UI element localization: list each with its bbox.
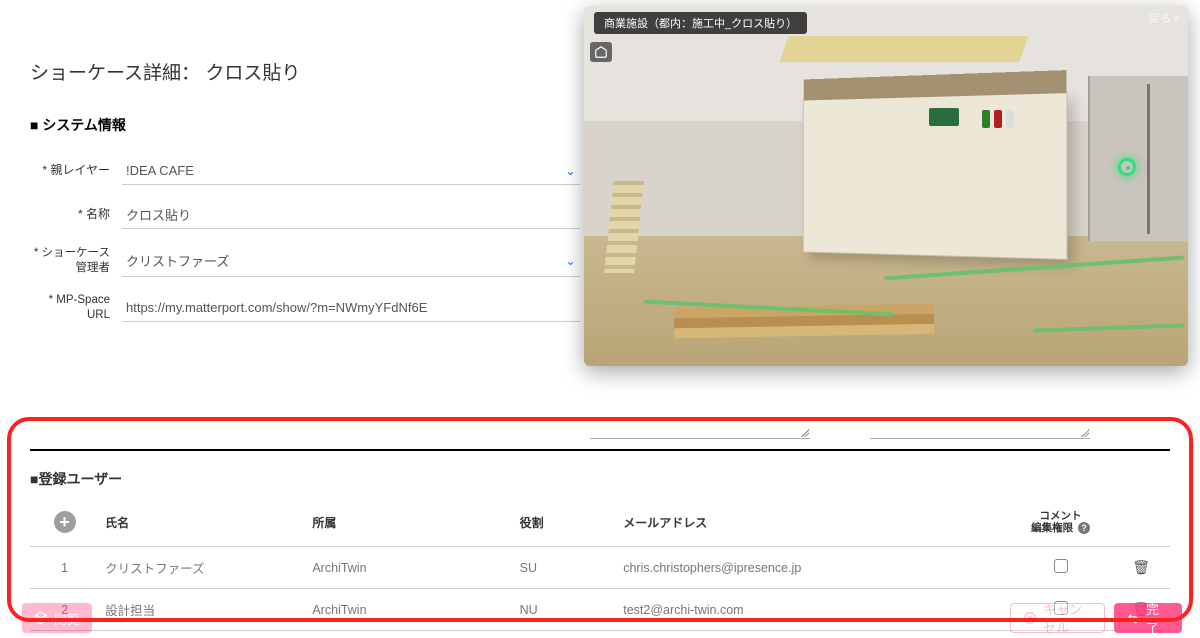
select-parent-layer[interactable]: !DEA CAFE ⌄ xyxy=(122,157,580,185)
th-name: 氏名 xyxy=(99,499,306,547)
cancel-label: キャンセル xyxy=(1043,599,1092,637)
value-parent-layer: !DEA CAFE xyxy=(126,163,194,178)
cube-icon xyxy=(34,611,48,625)
perm-checkbox[interactable] xyxy=(1054,559,1068,573)
preview-title: 商業施設（都内：施工中_クロス貼り） xyxy=(594,12,807,34)
browse-label: 閲覧 xyxy=(54,609,80,628)
floorplan-icon[interactable] xyxy=(590,42,612,62)
preview-room-scene xyxy=(584,6,1188,366)
cancel-icon xyxy=(1023,611,1037,625)
row-org: ArchiTwin xyxy=(306,547,513,589)
value-manager: クリストファーズ xyxy=(126,251,229,270)
th-mail: メールアドレス xyxy=(617,499,1009,547)
done-button[interactable]: 完了 xyxy=(1114,603,1182,633)
th-role: 役割 xyxy=(514,499,618,547)
input-name[interactable] xyxy=(126,207,576,222)
users-table: + 氏名 所属 役割 メールアドレス コメント 編集権限 ? 1 クリストファー… xyxy=(30,499,1170,631)
row-name: 設計担当 xyxy=(99,589,306,631)
row-mail: chris.christophers@ipresence.jp xyxy=(617,547,1009,589)
textarea-note-2[interactable] xyxy=(870,417,1090,439)
add-user-icon[interactable]: + xyxy=(54,511,76,533)
row-name: クリストファーズ xyxy=(99,547,306,589)
section-title-users: ■登録ユーザー xyxy=(30,451,1170,499)
section-title-system: ■ システム情報 xyxy=(30,103,580,149)
system-info-col: ■ システム情報 * 親レイヤー !DEA CAFE ⌄ * 名称 * ショーケ… xyxy=(30,103,600,331)
textarea-note-1[interactable] xyxy=(590,417,810,439)
row-mail: test2@archi-twin.com xyxy=(617,589,1009,631)
nav-marker-icon[interactable] xyxy=(1118,158,1136,176)
preview-close[interactable]: 戻る × xyxy=(1149,10,1180,26)
th-org: 所属 xyxy=(306,499,513,547)
input-url[interactable] xyxy=(126,300,576,315)
return-icon xyxy=(1126,611,1140,625)
done-label: 完了 xyxy=(1146,599,1170,637)
select-manager[interactable]: クリストファーズ ⌄ xyxy=(122,245,580,277)
label-url: * MP-SpaceURL xyxy=(30,293,122,323)
label-parent-layer: * 親レイヤー xyxy=(30,163,122,179)
help-icon[interactable]: ? xyxy=(1078,522,1090,534)
th-perm: コメント 編集権限 ? xyxy=(1009,499,1113,547)
row-role: NU xyxy=(514,589,618,631)
cancel-button[interactable]: キャンセル xyxy=(1010,603,1105,633)
row-idx: 1 xyxy=(30,547,99,589)
label-name: * 名称 xyxy=(30,207,122,223)
row-org: ArchiTwin xyxy=(306,589,513,631)
label-manager: * ショーケース管理者 xyxy=(30,246,122,276)
row-role: SU xyxy=(514,547,618,589)
preview-window[interactable]: 商業施設（都内：施工中_クロス貼り） 戻る × xyxy=(584,6,1188,366)
chevron-down-icon: ⌄ xyxy=(565,254,575,268)
table-row: 1 クリストファーズ ArchiTwin SU chris.christophe… xyxy=(30,547,1170,589)
trash-icon[interactable]: 🗑 xyxy=(1132,559,1150,575)
browse-button[interactable]: 閲覧 xyxy=(22,603,92,633)
chevron-down-icon: ⌄ xyxy=(565,164,575,178)
table-row: 2 設計担当 ArchiTwin NU test2@archi-twin.com… xyxy=(30,589,1170,631)
